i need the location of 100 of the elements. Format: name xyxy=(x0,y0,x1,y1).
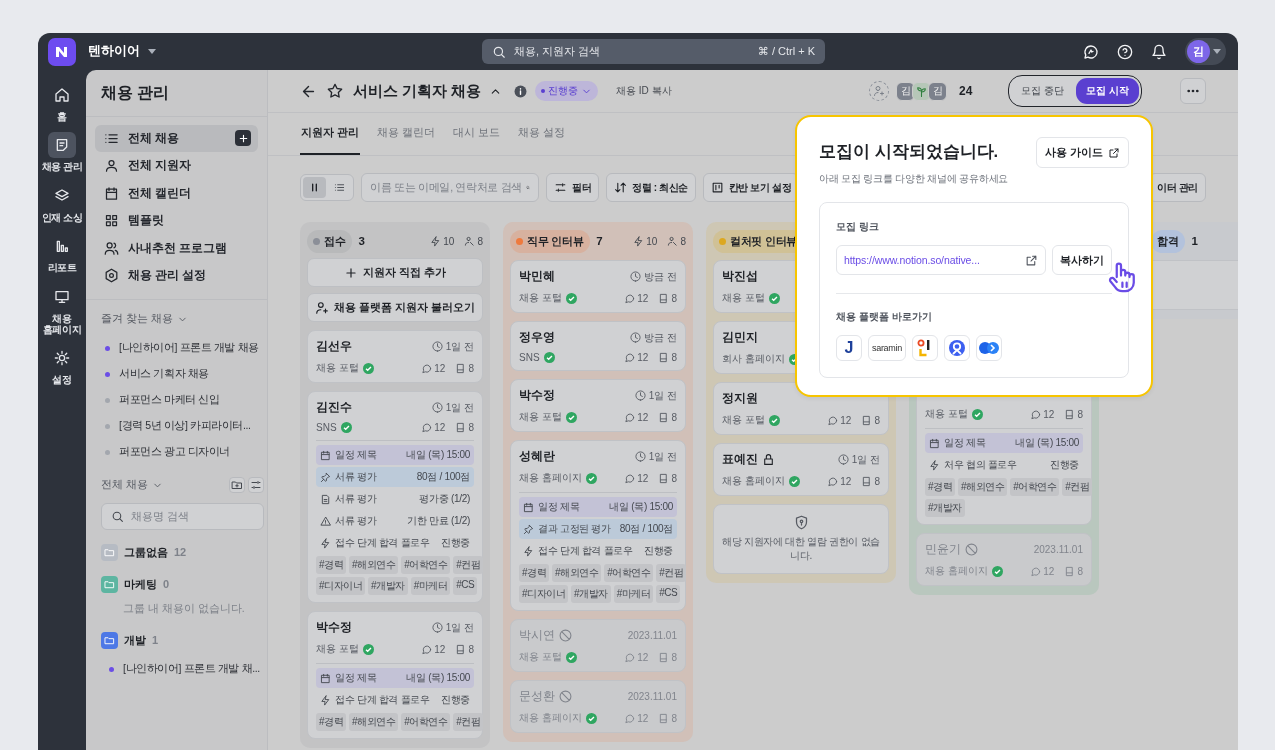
copy-button[interactable]: 복사하기 xyxy=(1052,245,1112,275)
applicant-card[interactable]: 김선우 1일 전 채용 포털 12 8 xyxy=(307,330,483,383)
elapsed-time: 1일 전 xyxy=(431,400,474,415)
board-icon xyxy=(710,181,724,194)
document-icon xyxy=(658,712,670,724)
sidebar-item[interactable]: 전체 채용 xyxy=(95,125,258,152)
document-count: 8 xyxy=(455,643,474,655)
group-header[interactable]: 개발 1 xyxy=(101,630,264,650)
rail-item[interactable]: 리포트 xyxy=(38,233,86,274)
app-logo[interactable] xyxy=(48,37,76,66)
bar-chart-icon xyxy=(54,238,70,255)
kanban-view-button[interactable] xyxy=(303,177,326,198)
comment-icon xyxy=(421,422,433,433)
elapsed-time: 방금 전 xyxy=(630,330,677,345)
flow-count: 10 xyxy=(430,235,455,247)
toggle-option[interactable]: 모집 중단 xyxy=(1011,78,1075,104)
recruit-item[interactable]: [나인하이어] 프론트 개발 채... xyxy=(101,656,264,682)
status-dropdown[interactable]: 진행중 xyxy=(535,81,599,101)
detail-value: 80점 / 100점 xyxy=(416,470,470,484)
applicant-name: 표예진 xyxy=(722,452,758,467)
detail-value: 평가중 (1/2) xyxy=(419,492,470,506)
detail-label: 접수 단계 합격 플로우 xyxy=(335,693,430,707)
detail-label: 일정 제목 xyxy=(538,500,580,514)
new-folder-button[interactable] xyxy=(229,477,245,493)
favorites-toggle[interactable]: 즐겨 찾는 채용 xyxy=(101,312,264,326)
group-header[interactable]: 그룹없음 12 xyxy=(101,542,264,562)
sidebar-item[interactable]: 전체 캘린더 xyxy=(95,180,258,207)
favorite-item[interactable]: 서비스 기획자 채용 xyxy=(101,361,264,387)
elapsed-time: 방금 전 xyxy=(630,269,677,284)
applicant-card[interactable]: 김진수 1일 전 SNS 12 8 일정 제목 내일 (목) 15:00 서류 평가 80점 / 100점 서류 평가 평가중 (1/2) 서류 평가 기한 만료 (1/2) 접수 단계 합격 플로우 진행중 #경력 #해외연수 #어학연수 #컨펌 #디자이너 #개발자 #마케터 #CS xyxy=(307,391,483,603)
document-count: 8 xyxy=(1064,565,1083,577)
platform-button[interactable]: J xyxy=(836,335,862,361)
document-count: 8 xyxy=(1064,408,1083,420)
rail-item[interactable]: 인재 소싱 xyxy=(38,182,86,224)
document-icon xyxy=(1064,565,1076,577)
group-header[interactable]: 마케팅 0 xyxy=(101,574,264,594)
tab[interactable]: 지원자 관리 xyxy=(300,113,360,155)
comment-count: 12 xyxy=(421,643,446,655)
applicant-card[interactable]: 정우영 방금 전 SNS 12 8 xyxy=(510,321,686,371)
column-action-button[interactable]: 지원자 직접 추가 xyxy=(307,258,483,287)
platform-button[interactable] xyxy=(911,335,938,361)
applicant-card[interactable]: 박수정 1일 전 채용 포털 12 8 xyxy=(510,379,686,432)
applicant-card[interactable]: 표예진 1일 전 채용 홈페이지 12 8 xyxy=(713,443,889,496)
comment-icon xyxy=(421,643,433,655)
applicant-card[interactable]: 박수정 1일 전 채용 포털 12 8 일정 제목 내일 (목) 15:00 접수 단계 합격 플로우 진행중 #경력 #해외연수 #어학연수 #컨펌 xyxy=(307,611,483,739)
more-icon xyxy=(1187,89,1199,93)
applicant-card[interactable]: 성혜란 1일 전 채용 홈페이지 12 8 일정 제목 내일 (목) 15:00 결과 고정된 평가 80점 / 100점 접수 단계 합격 플로우 진행중 #경력 #해외연수 #어학연수 #컨펌 #디자이너 #개발자 #마케터 #CS xyxy=(510,440,686,611)
sidebar-title: 채용 관리 xyxy=(86,70,267,117)
favorite-item[interactable]: 퍼포먼스 마케터 신입 xyxy=(101,387,264,413)
notice-text: 해당 지원자에 대한 열람 권한이 없습니다. xyxy=(721,535,881,563)
comment-count: 12 xyxy=(624,712,649,724)
document-count: 8 xyxy=(861,414,880,426)
link-field[interactable]: https://www.notion.so/native... xyxy=(836,245,1046,275)
tag: #컨펌 xyxy=(453,556,484,574)
tag: #컨펌 xyxy=(656,564,687,582)
more-button[interactable] xyxy=(1180,78,1206,104)
guide-button[interactable]: 사용 가이드 xyxy=(1035,137,1129,168)
tag: #마케터 xyxy=(410,577,451,595)
bell-icon[interactable] xyxy=(1151,43,1167,60)
rail-item[interactable]: 채용 관리 xyxy=(38,132,86,173)
avatar: 김 xyxy=(1187,40,1210,63)
rail-item[interactable]: 홈 xyxy=(38,82,86,123)
column-action-button[interactable]: 채용 플랫폼 지원자 불러오기 xyxy=(307,293,483,322)
warning-icon xyxy=(320,515,331,527)
toolbar-button[interactable]: 정렬 : 최신순 xyxy=(606,173,696,202)
sort-settings-button[interactable] xyxy=(248,477,264,493)
sliders-icon xyxy=(250,479,262,491)
member-count: 24 xyxy=(959,84,973,98)
comment-count: 12 xyxy=(624,651,649,663)
help-icon[interactable] xyxy=(1117,43,1133,60)
search-field[interactable]: 채용, 지원자 검색 ⌘ / Ctrl + K xyxy=(482,39,825,64)
add-button[interactable] xyxy=(235,130,251,147)
copy-id-link[interactable]: 채용 ID 복사 xyxy=(610,83,678,99)
rail-item[interactable]: 채용 홈페이지 xyxy=(38,283,86,336)
shortcut-hint: ⌘ / Ctrl + K xyxy=(757,45,815,58)
person-add-icon xyxy=(315,300,330,315)
favorite-item[interactable]: [경력 5년 이상] 카피라이터... xyxy=(101,413,264,439)
platform-button[interactable]: saramin xyxy=(868,335,906,361)
applied-date: 2023.11.01 xyxy=(1033,544,1083,555)
workspace-switcher[interactable]: 텐하이어 xyxy=(82,42,162,61)
detail-value: 진행중 xyxy=(643,544,673,558)
toggle-option[interactable]: 모집 시작 xyxy=(1076,78,1139,104)
stage-label: 합격 xyxy=(1151,229,1186,253)
toolbar-button[interactable]: 필터 xyxy=(546,173,600,202)
sidebar-item[interactable]: 전체 지원자 xyxy=(95,152,258,179)
sidebar-item[interactable]: 채용 관리 설정 xyxy=(95,262,258,289)
sidebar-item[interactable]: 템플릿 xyxy=(95,207,258,234)
account-menu[interactable]: 김 xyxy=(1185,38,1226,65)
sidebar-item[interactable]: 사내추천 프로그램 xyxy=(95,235,258,262)
clock-icon xyxy=(634,451,646,462)
rail-item[interactable]: 설정 xyxy=(38,345,86,386)
chat-icon[interactable] xyxy=(1083,43,1099,60)
all-recruits-toggle[interactable]: 전체 채용 xyxy=(101,478,163,492)
star-icon[interactable] xyxy=(327,83,343,99)
favorite-item[interactable]: [나인하이어] 프론트 개발 채용 xyxy=(101,335,264,361)
applicant-source: 채용 포털 xyxy=(519,291,562,305)
applicant-card[interactable]: 박민혜 방금 전 채용 포털 12 8 xyxy=(510,260,686,313)
settings-icon xyxy=(54,350,70,367)
monitor-icon xyxy=(54,288,70,305)
favorite-item[interactable]: 퍼포먼스 광고 디자이너 xyxy=(101,439,264,465)
